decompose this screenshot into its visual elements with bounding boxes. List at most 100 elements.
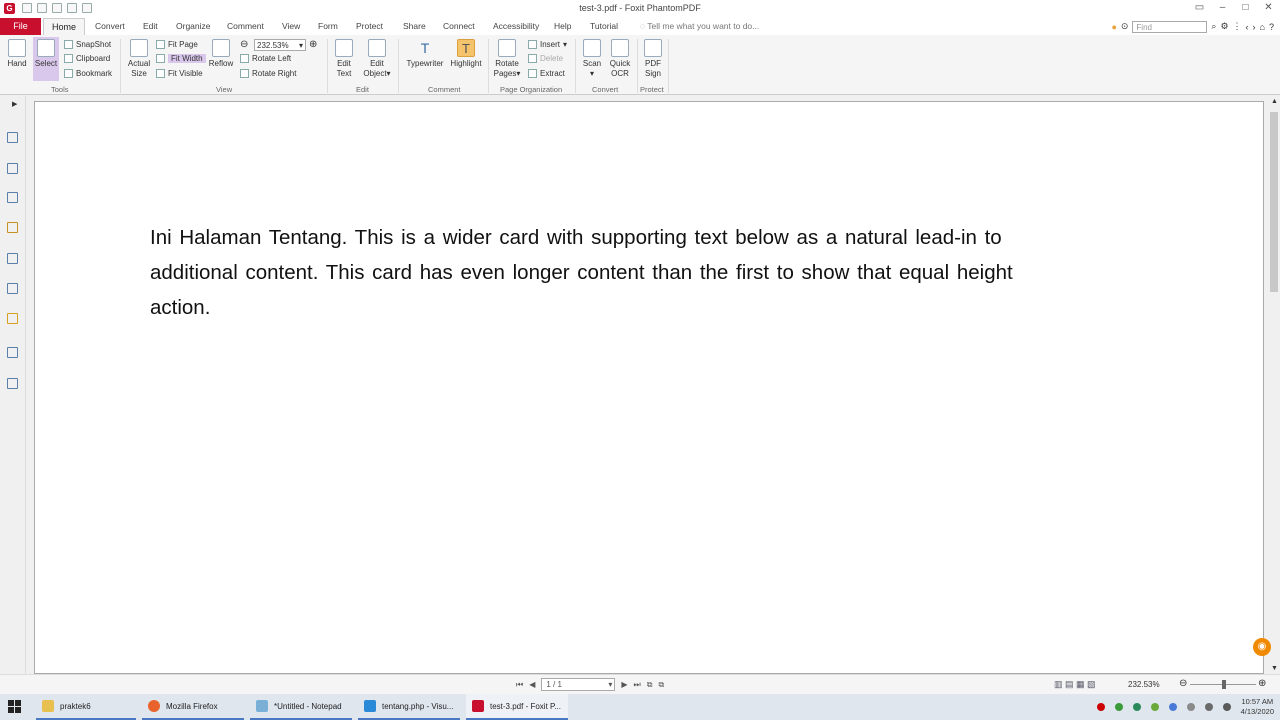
zoom-select[interactable]: 232.53% ▾ (254, 39, 306, 51)
menu-file[interactable]: File (0, 18, 41, 35)
zoom-in-status-icon[interactable]: ⊕ (1258, 678, 1266, 689)
bluetooth-icon[interactable] (1168, 703, 1177, 711)
typewriter-button[interactable]: T Typewriter (405, 39, 445, 69)
tab-help[interactable]: Help (554, 21, 571, 31)
snapshot-button[interactable]: SnapShot (64, 40, 111, 49)
next-view-icon[interactable]: ⧉ (658, 680, 664, 690)
actual-size-button[interactable]: Actual Size (126, 39, 152, 79)
zoom-in-icon[interactable]: ⊕ (309, 39, 317, 50)
settings-icon[interactable]: ⚙ (1220, 21, 1228, 32)
tab-protect[interactable]: Protect (356, 21, 383, 31)
record-icon[interactable] (1096, 703, 1105, 711)
tell-me-box[interactable]: ◌ Tell me what you want to do... (640, 21, 759, 31)
tab-comment[interactable]: Comment (227, 21, 264, 31)
wifi-icon[interactable] (1186, 703, 1195, 711)
edit-text-button[interactable]: Edit Text (333, 39, 355, 79)
vertical-scrollbar[interactable]: ▲ ▼ (1268, 96, 1280, 674)
search-icon[interactable]: ⌕ (1211, 21, 1216, 32)
tab-form[interactable]: Form (318, 21, 338, 31)
first-page-icon[interactable]: ⏮ (516, 680, 523, 690)
clipboard-button[interactable]: Clipboard (64, 54, 110, 63)
quick-ocr-button[interactable]: Quick OCR (607, 39, 633, 79)
windows-start-icon[interactable] (8, 700, 22, 714)
insert-button[interactable]: Insert ▾ (528, 40, 567, 49)
tags-panel-icon[interactable] (7, 378, 18, 389)
zoom-status[interactable]: 232.53% (1128, 680, 1160, 689)
hand-tool-button[interactable]: Hand (6, 39, 28, 69)
highlight-button[interactable]: T Highlight (449, 39, 483, 69)
fit-width-button[interactable]: Fit Width (156, 54, 206, 63)
edit-object-button[interactable]: Edit Object▾ (361, 39, 393, 79)
search-options-icon[interactable]: ⊙ (1121, 21, 1129, 32)
content-panel-icon[interactable] (7, 347, 18, 358)
expand-panel-icon[interactable]: ▶ (12, 100, 17, 108)
user-icon[interactable]: ⌂ (1260, 22, 1265, 32)
tab-accessibility[interactable]: Accessibility (493, 21, 539, 31)
back-icon[interactable]: ‹ (1246, 22, 1249, 32)
scroll-up-icon[interactable]: ▲ (1271, 98, 1278, 105)
rotate-left-button[interactable]: Rotate Left (240, 54, 291, 63)
network-app-icon[interactable] (1132, 703, 1141, 711)
page-layout-icons[interactable]: ▥ ▤ ▦ ▧ (1054, 679, 1096, 690)
zoom-out-icon[interactable]: ⊖ (240, 39, 248, 50)
foxit-assistant-icon[interactable]: ◉ (1253, 638, 1271, 656)
pdf-page[interactable] (34, 101, 1264, 674)
tab-home[interactable]: Home (43, 18, 85, 36)
tab-connect[interactable]: Connect (443, 21, 475, 31)
rotate-pages-button[interactable]: Rotate Pages▾ (493, 39, 521, 79)
zoom-out-status-icon[interactable]: ⊖ (1179, 678, 1187, 689)
scroll-thumb[interactable] (1270, 112, 1278, 292)
scan-button[interactable]: Scan ▾ (581, 39, 603, 79)
forward-icon[interactable]: › (1253, 22, 1256, 32)
tab-organize[interactable]: Organize (176, 21, 211, 31)
zoom-slider-handle[interactable] (1222, 680, 1226, 689)
select-tool-button[interactable]: Select (33, 37, 59, 81)
close-button[interactable]: ✕ (1257, 0, 1280, 18)
scroll-down-icon[interactable]: ▼ (1271, 665, 1278, 672)
tab-view[interactable]: View (282, 21, 300, 31)
layers-panel-icon[interactable] (7, 192, 18, 203)
extract-button[interactable]: Extract (528, 69, 565, 78)
comments-panel-icon[interactable] (7, 222, 18, 233)
rotate-right-button[interactable]: Rotate Right (240, 69, 296, 78)
bookmarks-panel-icon[interactable] (7, 132, 18, 143)
taskbar-item-foxit[interactable]: test-3.pdf - Foxit P... (466, 694, 568, 720)
check-icon[interactable] (1150, 703, 1159, 711)
security-panel-icon[interactable] (7, 313, 18, 324)
restore-ribbon-icon[interactable]: ▭ (1188, 0, 1211, 18)
taskbar-item-notepad[interactable]: *Untitled - Notepad (250, 694, 352, 720)
signatures-panel-icon[interactable] (7, 283, 18, 294)
pdf-sign-button[interactable]: PDF Sign (641, 39, 665, 79)
maximize-button[interactable]: □ (1234, 0, 1257, 18)
shield-icon[interactable] (1114, 703, 1123, 711)
attachments-panel-icon[interactable] (7, 253, 18, 264)
next-page-icon[interactable]: ▶ (621, 680, 627, 689)
document-text[interactable]: Ini Halaman Tentang. This is a wider car… (150, 220, 1030, 325)
find-input[interactable]: Find (1132, 20, 1208, 33)
fit-visible-button[interactable]: Fit Visible (156, 69, 203, 78)
notification-icon[interactable]: ● (1111, 22, 1116, 32)
tab-tutorial[interactable]: Tutorial (590, 21, 618, 31)
fit-page-button[interactable]: Fit Page (156, 40, 198, 49)
previous-page-icon[interactable]: ◀ (529, 680, 535, 689)
system-clock[interactable]: 10:57 AM 4/13/2020 (1241, 697, 1274, 717)
last-page-icon[interactable]: ⏭ (634, 680, 641, 690)
taskbar-item-vscode[interactable]: tentang.php - Visu... (358, 694, 460, 720)
reflow-button[interactable]: Reflow (207, 39, 235, 69)
minimize-button[interactable]: – (1211, 0, 1234, 18)
page-number-input[interactable]: 1 / 1 ▾ (541, 678, 616, 691)
volume-icon[interactable] (1222, 703, 1231, 711)
delete-button[interactable]: Delete (528, 54, 563, 63)
help-icon[interactable]: ? (1269, 22, 1274, 32)
previous-view-icon[interactable]: ⧉ (647, 680, 653, 690)
tab-convert[interactable]: Convert (95, 21, 125, 31)
tab-edit[interactable]: Edit (143, 21, 158, 31)
taskbar-item-firefox[interactable]: Mozilla Firefox (142, 694, 244, 720)
taskbar-item-praktek6[interactable]: praktek6 (36, 694, 136, 720)
battery-icon[interactable] (1204, 703, 1213, 711)
zoom-slider[interactable] (1190, 680, 1256, 689)
tab-share[interactable]: Share (403, 21, 426, 31)
pages-panel-icon[interactable] (7, 163, 18, 174)
bookmark-button[interactable]: Bookmark (64, 69, 112, 78)
more-icon[interactable]: ⋮ (1233, 21, 1242, 32)
